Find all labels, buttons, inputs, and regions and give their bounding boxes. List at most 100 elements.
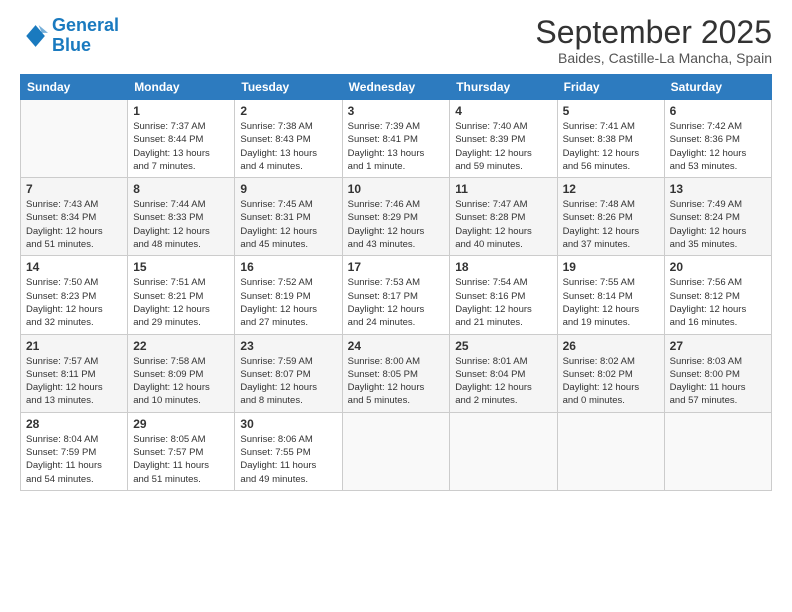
day-number: 14 [26, 260, 122, 274]
table-row: 26 Sunrise: 8:02 AM Sunset: 8:02 PM Dayli… [557, 334, 664, 412]
day-number: 2 [240, 104, 336, 118]
table-row [21, 100, 128, 178]
day-info: Sunrise: 7:55 AM Sunset: 8:14 PM Dayligh… [563, 276, 659, 329]
calendar-row: 1 Sunrise: 7:37 AM Sunset: 8:44 PM Daylig… [21, 100, 772, 178]
table-row: 19 Sunrise: 7:55 AM Sunset: 8:14 PM Dayli… [557, 256, 664, 334]
day-number: 29 [133, 417, 229, 431]
table-row: 16Sunrise: 7:52 AM Sunset: 8:19 PM Dayli… [235, 256, 342, 334]
day-info: Sunrise: 7:59 AM Sunset: 8:07 PM Dayligh… [240, 355, 336, 408]
col-saturday: Saturday [664, 75, 771, 100]
table-row [557, 412, 664, 490]
day-info: Sunrise: 7:58 AM Sunset: 8:09 PM Dayligh… [133, 355, 229, 408]
day-number: 8 [133, 182, 229, 196]
day-info: Sunrise: 7:43 AM Sunset: 8:34 PM Dayligh… [26, 198, 122, 251]
col-tuesday: Tuesday [235, 75, 342, 100]
table-row: 13 Sunrise: 7:49 AM Sunset: 8:24 PM Dayli… [664, 178, 771, 256]
day-number: 20 [670, 260, 766, 274]
calendar-row: 21 Sunrise: 7:57 AM Sunset: 8:11 PM Dayli… [21, 334, 772, 412]
col-sunday: Sunday [21, 75, 128, 100]
table-row [450, 412, 557, 490]
day-number: 18 [455, 260, 551, 274]
col-wednesday: Wednesday [342, 75, 450, 100]
day-number: 26 [563, 339, 659, 353]
col-thursday: Thursday [450, 75, 557, 100]
logo-text: General Blue [52, 16, 119, 56]
day-number: 5 [563, 104, 659, 118]
table-row: 6Sunrise: 7:42 AM Sunset: 8:36 PM Daylig… [664, 100, 771, 178]
table-row: 10Sunrise: 7:46 AM Sunset: 8:29 PM Dayli… [342, 178, 450, 256]
table-row: 11Sunrise: 7:47 AM Sunset: 8:28 PM Dayli… [450, 178, 557, 256]
day-info: Sunrise: 8:04 AM Sunset: 7:59 PM Dayligh… [26, 433, 122, 486]
day-number: 13 [670, 182, 766, 196]
logo: General Blue [20, 16, 119, 56]
table-row: 5 Sunrise: 7:41 AM Sunset: 8:38 PM Daylig… [557, 100, 664, 178]
day-info: Sunrise: 7:38 AM Sunset: 8:43 PM Dayligh… [240, 120, 336, 173]
day-info: Sunrise: 7:56 AM Sunset: 8:12 PM Dayligh… [670, 276, 766, 329]
header: General Blue September 2025 Baides, Cast… [20, 16, 772, 66]
table-row: 25 Sunrise: 8:01 AM Sunset: 8:04 PM Dayli… [450, 334, 557, 412]
month-title: September 2025 [535, 16, 772, 48]
day-number: 17 [348, 260, 445, 274]
logo-line2: Blue [52, 35, 91, 55]
table-row: 30 Sunrise: 8:06 AM Sunset: 7:55 PM Dayli… [235, 412, 342, 490]
day-info: Sunrise: 8:06 AM Sunset: 7:55 PM Dayligh… [240, 433, 336, 486]
calendar-row: 7 Sunrise: 7:43 AM Sunset: 8:34 PM Daylig… [21, 178, 772, 256]
day-info: Sunrise: 7:53 AM Sunset: 8:17 PM Dayligh… [348, 276, 445, 329]
day-number: 25 [455, 339, 551, 353]
day-info: Sunrise: 8:03 AM Sunset: 8:00 PM Dayligh… [670, 355, 766, 408]
day-info: Sunrise: 7:50 AM Sunset: 8:23 PM Dayligh… [26, 276, 122, 329]
day-number: 21 [26, 339, 122, 353]
table-row: 27 Sunrise: 8:03 AM Sunset: 8:00 PM Dayli… [664, 334, 771, 412]
table-row: 7 Sunrise: 7:43 AM Sunset: 8:34 PM Daylig… [21, 178, 128, 256]
table-row: 9Sunrise: 7:45 AM Sunset: 8:31 PM Daylig… [235, 178, 342, 256]
day-info: Sunrise: 7:48 AM Sunset: 8:26 PM Dayligh… [563, 198, 659, 251]
day-info: Sunrise: 7:51 AM Sunset: 8:21 PM Dayligh… [133, 276, 229, 329]
table-row: 24Sunrise: 8:00 AM Sunset: 8:05 PM Dayli… [342, 334, 450, 412]
day-info: Sunrise: 7:44 AM Sunset: 8:33 PM Dayligh… [133, 198, 229, 251]
table-row [342, 412, 450, 490]
day-info: Sunrise: 8:01 AM Sunset: 8:04 PM Dayligh… [455, 355, 551, 408]
table-row: 3Sunrise: 7:39 AM Sunset: 8:41 PM Daylig… [342, 100, 450, 178]
location: Baides, Castille-La Mancha, Spain [535, 50, 772, 66]
table-row: 23 Sunrise: 7:59 AM Sunset: 8:07 PM Dayli… [235, 334, 342, 412]
day-info: Sunrise: 8:02 AM Sunset: 8:02 PM Dayligh… [563, 355, 659, 408]
table-row: 1 Sunrise: 7:37 AM Sunset: 8:44 PM Daylig… [128, 100, 235, 178]
calendar-row: 28 Sunrise: 8:04 AM Sunset: 7:59 PM Dayli… [21, 412, 772, 490]
table-row: 15Sunrise: 7:51 AM Sunset: 8:21 PM Dayli… [128, 256, 235, 334]
day-info: Sunrise: 8:00 AM Sunset: 8:05 PM Dayligh… [348, 355, 445, 408]
day-info: Sunrise: 7:57 AM Sunset: 8:11 PM Dayligh… [26, 355, 122, 408]
day-number: 7 [26, 182, 122, 196]
day-info: Sunrise: 7:54 AM Sunset: 8:16 PM Dayligh… [455, 276, 551, 329]
table-row: 4 Sunrise: 7:40 AM Sunset: 8:39 PM Daylig… [450, 100, 557, 178]
day-number: 10 [348, 182, 445, 196]
day-number: 30 [240, 417, 336, 431]
day-number: 22 [133, 339, 229, 353]
title-block: September 2025 Baides, Castille-La Manch… [535, 16, 772, 66]
table-row [664, 412, 771, 490]
logo-line1: General [52, 15, 119, 35]
day-number: 27 [670, 339, 766, 353]
calendar-row: 14 Sunrise: 7:50 AM Sunset: 8:23 PM Dayli… [21, 256, 772, 334]
day-number: 23 [240, 339, 336, 353]
day-info: Sunrise: 7:40 AM Sunset: 8:39 PM Dayligh… [455, 120, 551, 173]
table-row: 21 Sunrise: 7:57 AM Sunset: 8:11 PM Dayli… [21, 334, 128, 412]
day-number: 1 [133, 104, 229, 118]
day-number: 16 [240, 260, 336, 274]
day-number: 9 [240, 182, 336, 196]
day-number: 4 [455, 104, 551, 118]
day-info: Sunrise: 7:37 AM Sunset: 8:44 PM Dayligh… [133, 120, 229, 173]
day-number: 11 [455, 182, 551, 196]
day-info: Sunrise: 7:39 AM Sunset: 8:41 PM Dayligh… [348, 120, 445, 173]
day-info: Sunrise: 7:42 AM Sunset: 8:36 PM Dayligh… [670, 120, 766, 173]
day-number: 19 [563, 260, 659, 274]
table-row: 29Sunrise: 8:05 AM Sunset: 7:57 PM Dayli… [128, 412, 235, 490]
day-number: 12 [563, 182, 659, 196]
table-row: 14 Sunrise: 7:50 AM Sunset: 8:23 PM Dayli… [21, 256, 128, 334]
table-row: 18 Sunrise: 7:54 AM Sunset: 8:16 PM Dayli… [450, 256, 557, 334]
day-info: Sunrise: 7:49 AM Sunset: 8:24 PM Dayligh… [670, 198, 766, 251]
table-row: 2 Sunrise: 7:38 AM Sunset: 8:43 PM Daylig… [235, 100, 342, 178]
day-number: 28 [26, 417, 122, 431]
day-info: Sunrise: 7:41 AM Sunset: 8:38 PM Dayligh… [563, 120, 659, 173]
table-row: 12 Sunrise: 7:48 AM Sunset: 8:26 PM Dayli… [557, 178, 664, 256]
calendar-table: Sunday Monday Tuesday Wednesday Thursday… [20, 74, 772, 491]
